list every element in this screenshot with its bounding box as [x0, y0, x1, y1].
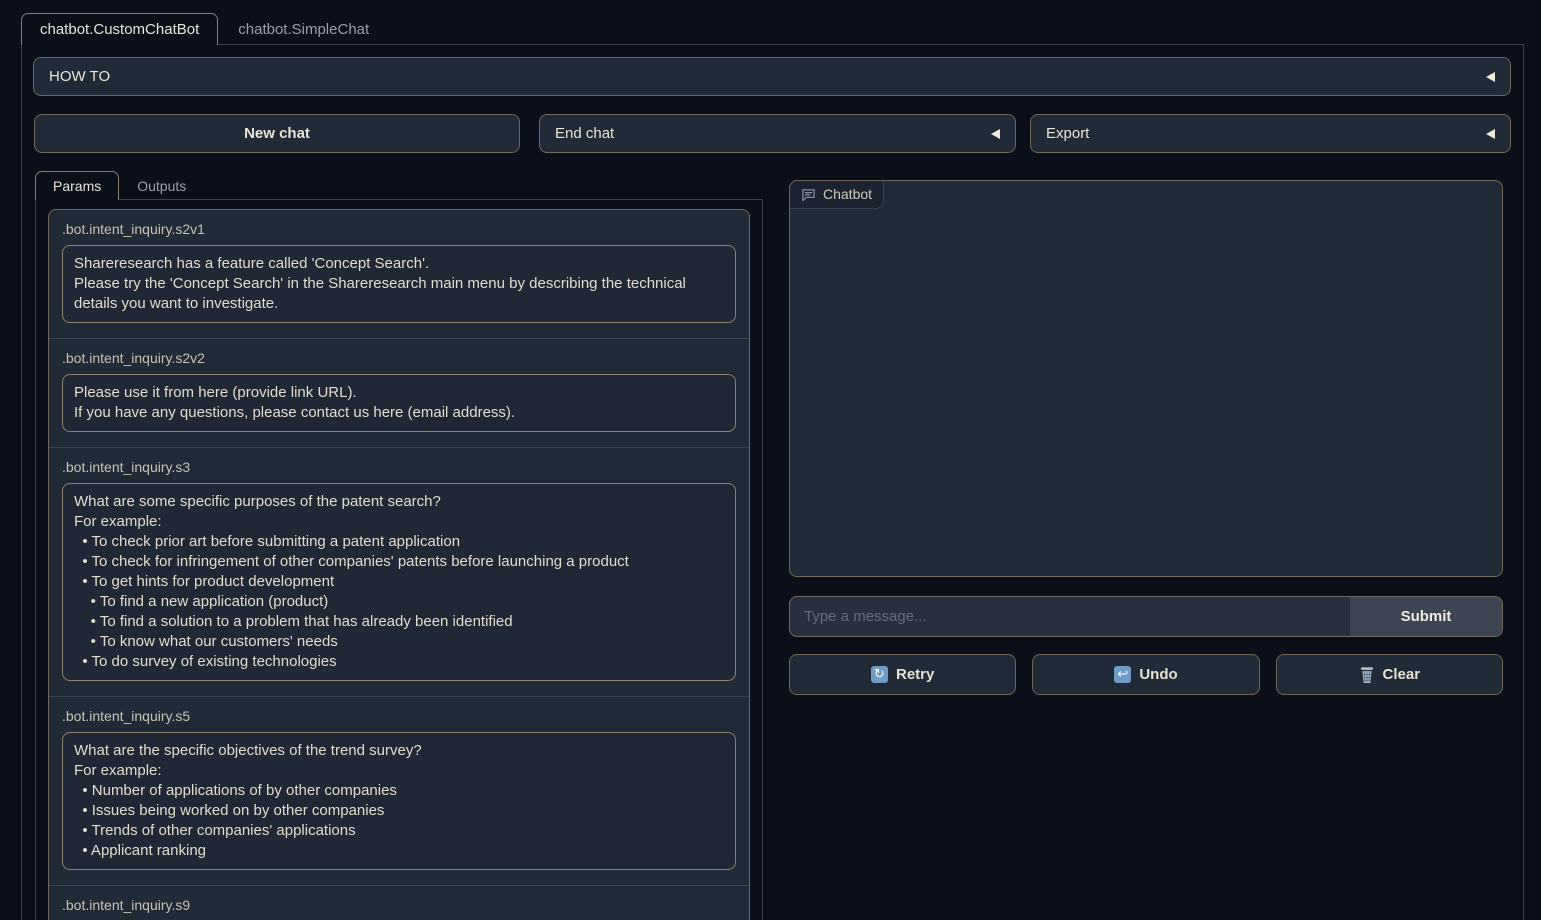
- message-input-row: Submit: [789, 596, 1503, 637]
- chat-bubble-icon: [801, 187, 816, 202]
- how-to-accordion[interactable]: HOW TO: [33, 57, 1511, 96]
- how-to-accordion-label: HOW TO: [49, 68, 110, 85]
- chevron-left-icon: [1486, 72, 1495, 82]
- end-chat-accordion[interactable]: End chat: [539, 114, 1016, 153]
- field-textarea[interactable]: What are the specific objectives of the …: [62, 732, 736, 870]
- undo-arrow-icon: ↩: [1114, 666, 1131, 683]
- app-window: chatbot.CustomChatBot chatbot.SimpleChat…: [0, 0, 1541, 920]
- tab-params[interactable]: Params: [35, 171, 119, 200]
- field-textarea[interactable]: Shareresearch has a feature called 'Conc…: [62, 245, 736, 323]
- chevron-left-icon: [991, 129, 1000, 139]
- field-textarea[interactable]: What are some specific purposes of the p…: [62, 483, 736, 681]
- chatbot-label: Chatbot: [790, 181, 884, 209]
- field-label: .bot.intent_inquiry.s5: [62, 708, 736, 724]
- params-tab-bar: Params Outputs: [35, 171, 204, 200]
- tab-custom-chatbot[interactable]: chatbot.CustomChatBot: [21, 13, 218, 45]
- param-field: .bot.intent_inquiry.s2v2 Please use it f…: [49, 338, 749, 447]
- new-chat-button[interactable]: New chat: [34, 114, 520, 153]
- param-field: .bot.intent_inquiry.s3 What are some spe…: [49, 447, 749, 696]
- message-input[interactable]: [790, 597, 1350, 636]
- export-accordion-label: Export: [1046, 125, 1089, 142]
- chevron-left-icon: [1486, 129, 1495, 139]
- clear-button-label: Clear: [1383, 666, 1421, 683]
- field-label: .bot.intent_inquiry.s9: [62, 897, 736, 913]
- clear-button[interactable]: Clear: [1276, 654, 1503, 695]
- retry-button-label: Retry: [896, 666, 934, 683]
- top-tab-bar: chatbot.CustomChatBot chatbot.SimpleChat: [21, 13, 389, 45]
- param-field: .bot.intent_inquiry.s5 What are the spec…: [49, 696, 749, 885]
- undo-button-label: Undo: [1139, 666, 1177, 683]
- param-field: .bot.intent_inquiry.s2v1 Shareresearch h…: [49, 210, 749, 338]
- undo-button[interactable]: ↩ Undo: [1032, 654, 1259, 695]
- retry-arrows-icon: ↻: [871, 666, 888, 683]
- submit-button[interactable]: Submit: [1350, 597, 1502, 636]
- param-field: .bot.intent_inquiry.s9: [49, 885, 749, 920]
- field-label: .bot.intent_inquiry.s2v2: [62, 350, 736, 366]
- retry-button[interactable]: ↻ Retry: [789, 654, 1016, 695]
- field-label: .bot.intent_inquiry.s2v1: [62, 221, 736, 237]
- chat-actions-row: ↻ Retry ↩ Undo Clear: [789, 654, 1503, 695]
- end-chat-accordion-label: End chat: [555, 125, 614, 142]
- export-accordion[interactable]: Export: [1030, 114, 1511, 153]
- field-textarea[interactable]: Please use it from here (provide link UR…: [62, 374, 736, 432]
- chatbot-label-text: Chatbot: [823, 186, 872, 202]
- field-label: .bot.intent_inquiry.s3: [62, 459, 736, 475]
- params-field-group: .bot.intent_inquiry.s2v1 Shareresearch h…: [48, 209, 750, 920]
- tab-outputs[interactable]: Outputs: [119, 172, 204, 200]
- trash-icon: [1359, 666, 1375, 684]
- chatbot-messages-panel[interactable]: Chatbot: [789, 180, 1503, 577]
- tab-simple-chat[interactable]: chatbot.SimpleChat: [218, 14, 389, 45]
